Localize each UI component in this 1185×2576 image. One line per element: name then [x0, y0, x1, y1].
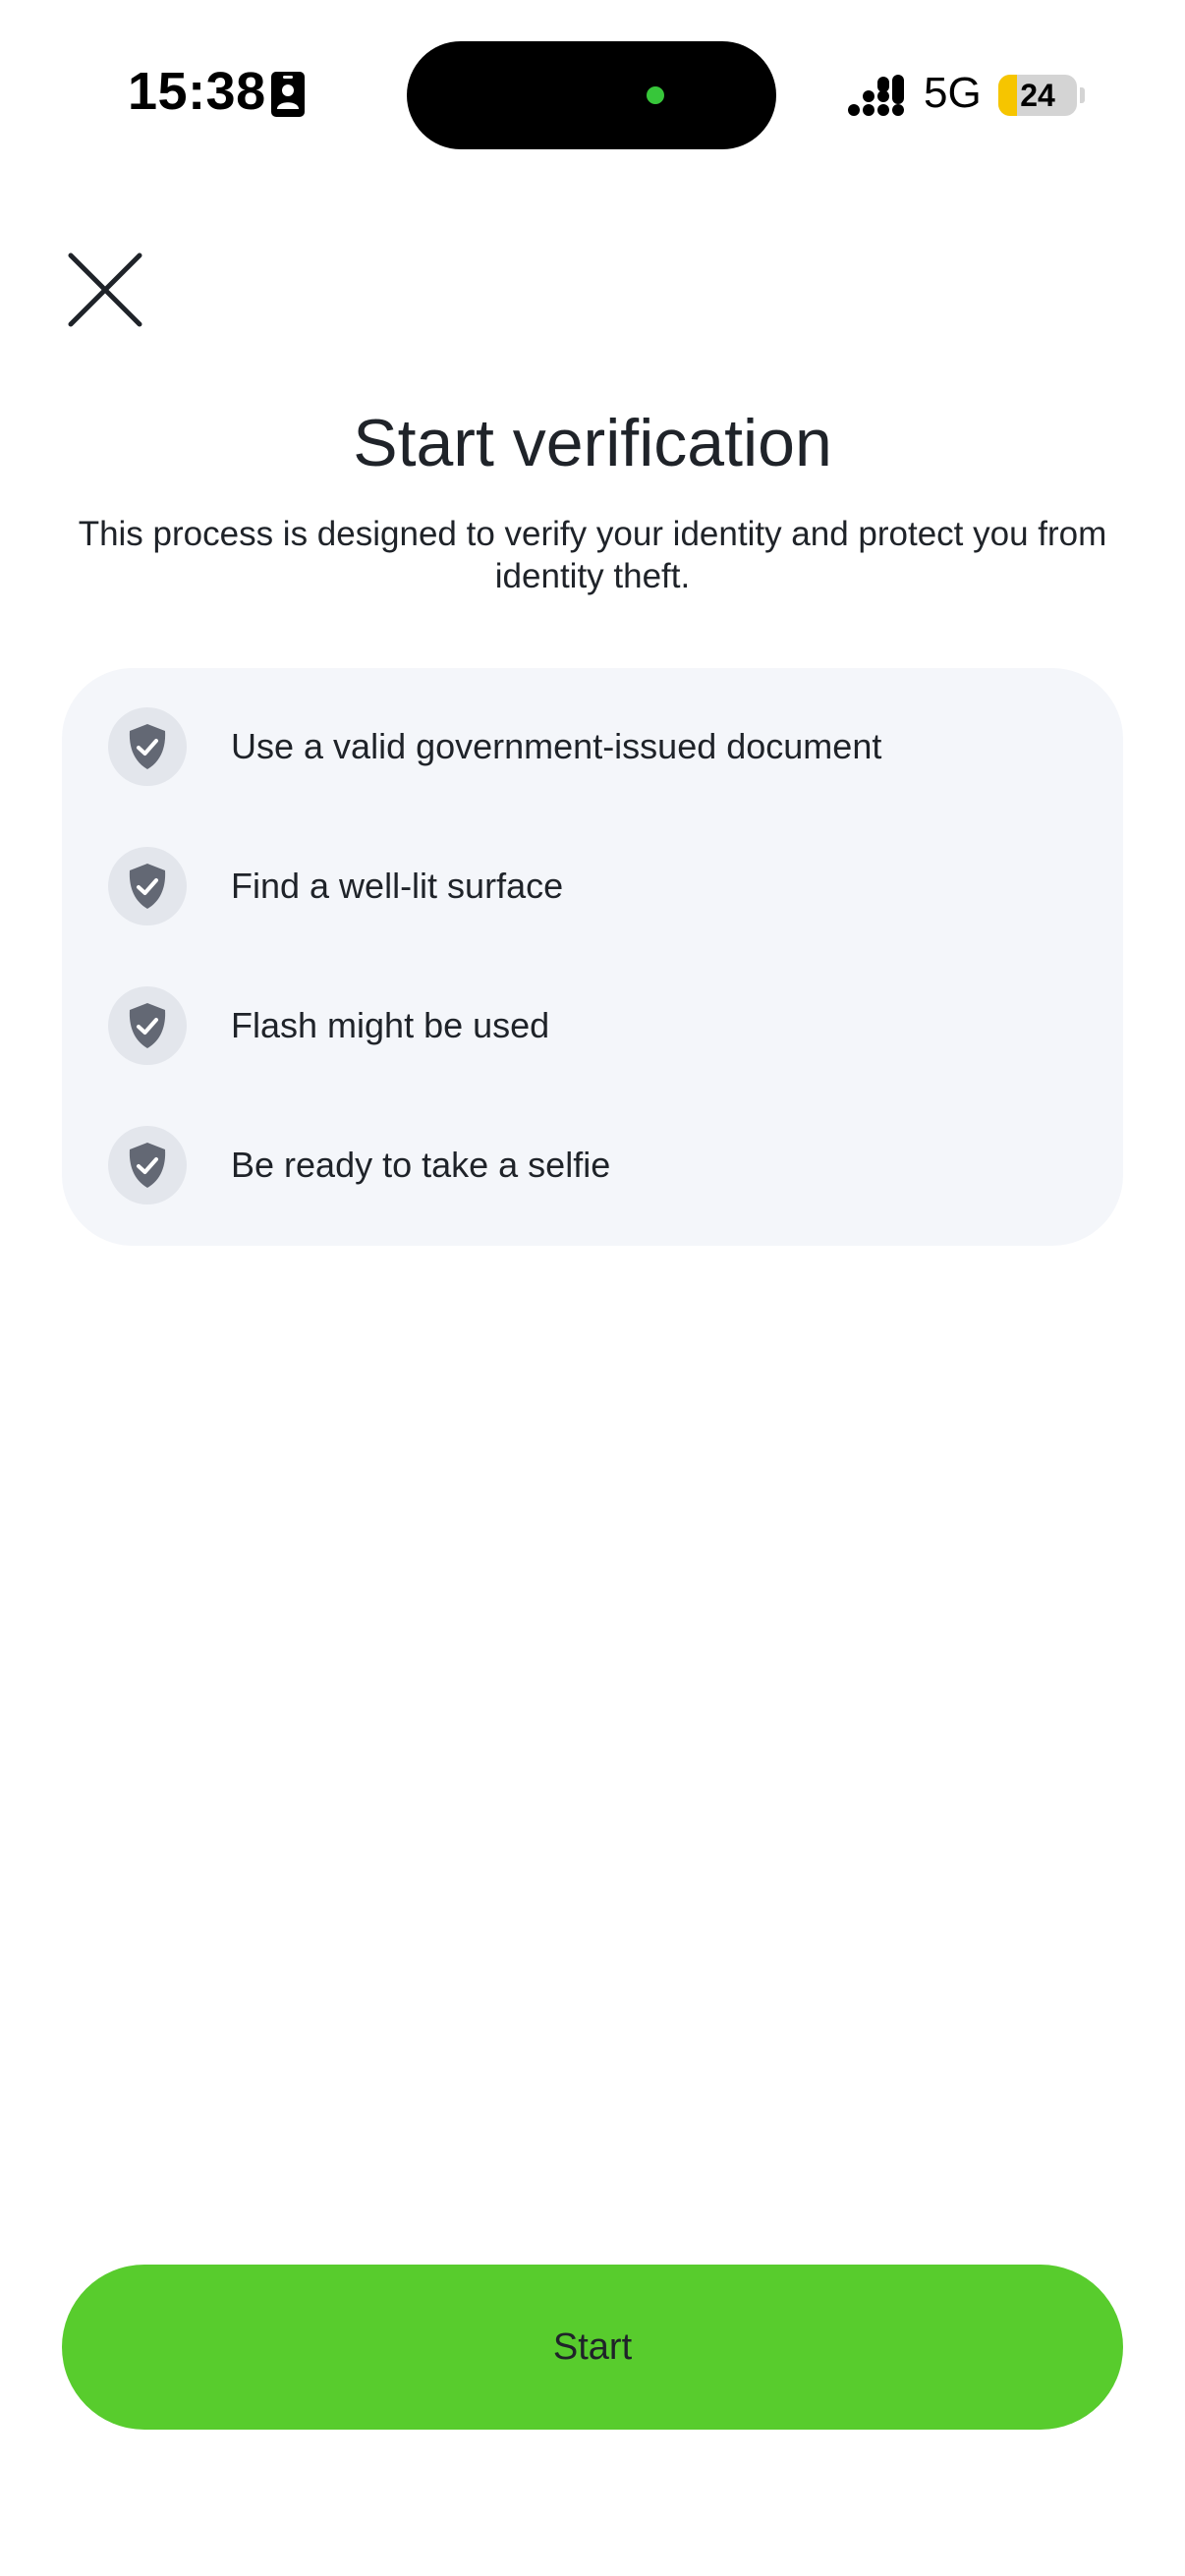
battery-cap — [1080, 87, 1085, 103]
battery-icon: 24 — [998, 75, 1077, 116]
status-bar: 15:38 5G 24 — [0, 0, 1185, 187]
status-time: 15:38 — [128, 62, 266, 121]
shield-check-icon-glyph — [129, 864, 166, 909]
start-button[interactable]: Start — [62, 2265, 1123, 2430]
cellular-signal-icon — [848, 75, 904, 116]
shield-check-icon-glyph — [129, 1143, 166, 1188]
battery-level: 24 — [1020, 78, 1055, 113]
close-button[interactable] — [61, 246, 149, 334]
close-icon — [68, 252, 142, 327]
camera-indicator-icon — [647, 86, 664, 104]
checklist-item-label: Use a valid government-issued document — [231, 726, 882, 766]
dynamic-island — [407, 41, 776, 149]
shield-check-icon — [108, 1126, 187, 1204]
requirements-card: Use a valid government-issued document F… — [62, 668, 1123, 1246]
shield-check-icon-glyph — [129, 1003, 166, 1048]
checklist-item: Use a valid government-issued document — [108, 707, 1091, 786]
shield-check-icon-glyph — [129, 724, 166, 769]
page-title: Start verification — [353, 406, 832, 480]
shield-check-icon — [108, 986, 187, 1065]
shield-check-icon — [108, 707, 187, 786]
checklist-item-label: Find a well-lit surface — [231, 866, 564, 906]
checklist-item-label: Flash might be used — [231, 1005, 550, 1045]
network-type-label: 5G — [924, 69, 982, 117]
checklist-item: Be ready to take a selfie — [108, 1126, 1091, 1204]
shield-check-icon — [108, 847, 187, 925]
contact-card-icon — [271, 72, 305, 117]
checklist-item-label: Be ready to take a selfie — [231, 1145, 611, 1185]
checklist-item: Find a well-lit surface — [108, 847, 1091, 925]
page-subtitle: This process is designed to verify your … — [78, 515, 1107, 595]
checklist-item: Flash might be used — [108, 986, 1091, 1065]
